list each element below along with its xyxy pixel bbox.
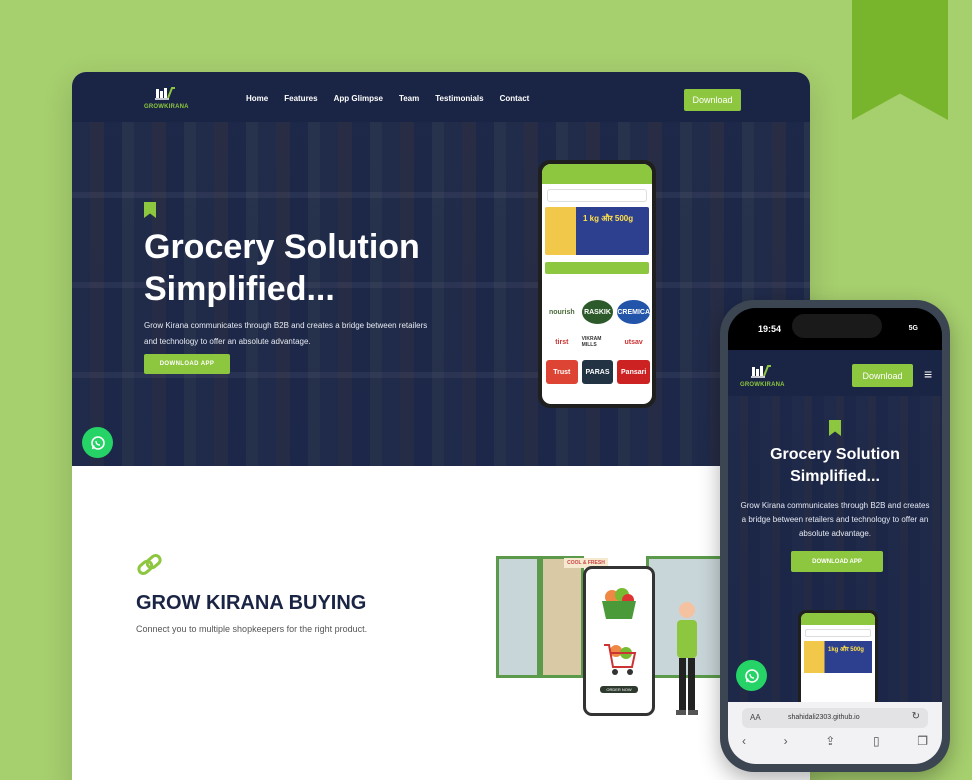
brand-logo: tirst — [555, 338, 569, 346]
logo-text-main: GROW — [144, 104, 165, 110]
forward-icon[interactable]: › — [784, 734, 788, 748]
nav-link-contact[interactable]: Contact — [500, 94, 530, 103]
bookmark-icon — [144, 202, 156, 218]
logo-text: GROWKIRANA — [144, 104, 189, 110]
mobile-hero-description: Grow Kirana communicates through B2B and… — [740, 501, 930, 538]
mobile-hero: Grocery Solution Simplified... Grow Kira… — [728, 396, 942, 710]
whatsapp-icon — [744, 668, 759, 683]
mobile-phone-mockup: 19:54 5G GROWKIRANA Download ≡ Grocery S… — [720, 300, 950, 772]
app-banner-text: 1 kg और 500g — [583, 214, 634, 223]
reader-mode-button[interactable]: AA — [750, 713, 761, 722]
brand-logo: Trust — [546, 360, 578, 384]
nav-link-team[interactable]: Team — [399, 94, 419, 103]
mini-promo-banner: 1kg और 500g — [804, 641, 872, 673]
mobile-navbar: GROWKIRANA Download ≡ — [728, 350, 942, 396]
whatsapp-button[interactable] — [82, 427, 113, 458]
nav-links: Home Features App Glimpse Team Testimoni… — [246, 94, 529, 103]
cart-logo-icon — [155, 87, 175, 100]
link-icon — [137, 554, 162, 575]
hero-description: Grow Kirana communicates through B2B and… — [144, 321, 428, 346]
bookmark-ribbon — [852, 0, 948, 120]
app-phone-mockup: 1 kg और 500g nourish RASKIK CREMICA tirs… — [538, 160, 656, 408]
logo[interactable]: GROWKIRANA — [144, 86, 192, 112]
brand-grid: nourish RASKIK CREMICA tirst VIKRAM MILL… — [546, 300, 650, 384]
shelf-divider — [72, 192, 810, 198]
share-icon[interactable]: ⇪ — [825, 734, 835, 748]
order-now-button: ORDER NOW — [600, 686, 638, 693]
status-bar: 19:54 5G — [728, 308, 942, 350]
logo-text-main: GROW — [740, 382, 761, 388]
mini-search-bar — [805, 629, 871, 637]
tabs-icon[interactable]: ❐ — [917, 734, 928, 748]
hamburger-menu-icon[interactable]: ≡ — [924, 366, 932, 382]
nav-link-app-glimpse[interactable]: App Glimpse — [334, 94, 383, 103]
cart-logo-icon — [751, 365, 771, 378]
mini-app-header — [801, 613, 875, 625]
nav-link-features[interactable]: Features — [284, 94, 317, 103]
app-promo-banner: 1 kg और 500g — [545, 207, 649, 255]
download-app-button[interactable]: DOWNLOAD APP — [144, 354, 230, 374]
address-bar[interactable]: AA shahidali2303.github.io ↻ — [742, 708, 928, 728]
whatsapp-icon — [90, 435, 105, 450]
status-time: 19:54 — [758, 324, 782, 334]
mobile-download-app-button[interactable]: DOWNLOAD APP — [791, 551, 883, 572]
download-button[interactable]: Download — [684, 89, 741, 111]
signal-indicator: 5G — [908, 325, 918, 332]
mobile-download-button[interactable]: Download — [852, 364, 913, 387]
section-title: GROW KIRANA BUYING — [136, 592, 367, 614]
mini-app-screen: 1kg और 500g — [801, 613, 875, 707]
store-shelf — [540, 556, 584, 678]
brand-logo: PARAS — [581, 360, 614, 384]
app-header — [542, 164, 652, 184]
bookmark-icon — [829, 420, 841, 436]
logo-text-accent: KIRANA — [164, 104, 189, 110]
bookmarks-icon[interactable]: ▯ — [873, 734, 880, 748]
brand-logo: Pansari — [617, 360, 650, 384]
app-action-bar — [545, 262, 649, 274]
shopping-cart-icon — [604, 644, 637, 675]
store-shelf — [496, 556, 540, 678]
brand-logo: VIKRAM MILLS — [581, 336, 602, 348]
basket-icon — [602, 588, 636, 619]
mobile-hero-title: Grocery Solution Simplified... — [770, 446, 900, 485]
browser-toolbar: ‹ › ⇪ ▯ ❐ — [742, 734, 928, 748]
mini-app-phone: 1kg और 500g — [798, 610, 878, 710]
hero-title: Grocery Solution Simplified... — [144, 228, 420, 308]
mobile-screen: 19:54 5G GROWKIRANA Download ≡ Grocery S… — [728, 308, 942, 764]
hero-section: Grocery Solution Simplified... Grow Kira… — [72, 122, 810, 466]
nav-link-home[interactable]: Home — [246, 94, 268, 103]
logo-text-accent: KIRANA — [760, 382, 785, 388]
nav-link-testimonials[interactable]: Testimonials — [435, 94, 483, 103]
section-description: Connect you to multiple shopkeepers for … — [136, 624, 368, 634]
mobile-whatsapp-button[interactable] — [736, 660, 767, 691]
logo-text: GROWKIRANA — [740, 382, 785, 388]
grocery-store-illustration: COOL & FRESH ORDER NOW — [496, 554, 726, 729]
dynamic-island — [792, 314, 882, 338]
brand-logo: nourish — [548, 308, 575, 316]
mini-banner-text: 1kg और 500g — [828, 647, 864, 653]
safari-toolbar: AA shahidali2303.github.io ↻ ‹ › ⇪ ▯ ❐ — [728, 702, 942, 764]
navbar: GROWKIRANA Home Features App Glimpse Tea… — [72, 72, 810, 122]
brand-logo: CREMICA — [617, 300, 650, 324]
reload-icon[interactable]: ↻ — [912, 711, 920, 722]
desktop-website-preview: GROWKIRANA Home Features App Glimpse Tea… — [72, 72, 810, 780]
app-screen: 1 kg और 500g nourish RASKIK CREMICA tirs… — [542, 164, 652, 404]
shopper-person-icon — [676, 602, 698, 715]
mobile-logo[interactable]: GROWKIRANA — [740, 364, 788, 390]
brand-logo: utsav — [624, 338, 643, 346]
illustration-phone — [583, 566, 655, 716]
app-search-bar — [547, 189, 647, 202]
back-icon[interactable]: ‹ — [742, 734, 746, 748]
brand-logo: RASKIK — [581, 300, 614, 324]
url-text: shahidali2303.github.io — [788, 714, 860, 721]
